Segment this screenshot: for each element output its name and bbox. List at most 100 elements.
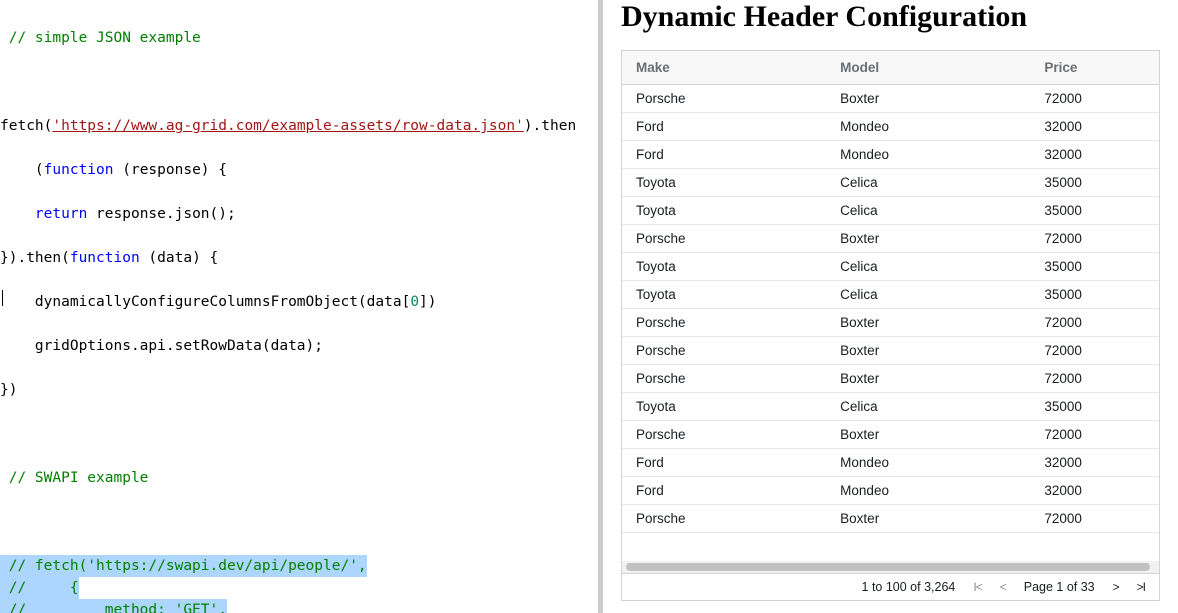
table-row[interactable]: PorscheBoxter72000: [622, 337, 1159, 365]
code-token: ).then: [524, 118, 576, 134]
table-row[interactable]: PorscheBoxter72000: [622, 505, 1159, 533]
cell-model[interactable]: Boxter: [826, 505, 1030, 532]
cell-price[interactable]: 72000: [1030, 421, 1159, 448]
code-comment: // simple JSON example: [9, 30, 201, 46]
cell-model[interactable]: Celica: [826, 281, 1030, 308]
cell-model[interactable]: Boxter: [826, 337, 1030, 364]
cell-price[interactable]: 32000: [1030, 141, 1159, 168]
code-keyword: function: [44, 162, 114, 178]
cell-price[interactable]: 35000: [1030, 169, 1159, 196]
cell-make[interactable]: Toyota: [622, 281, 826, 308]
table-row[interactable]: FordMondeo32000: [622, 449, 1159, 477]
preview-pane: Dynamic Header Configuration Make Model …: [603, 0, 1178, 613]
text-caret: [2, 290, 3, 306]
cell-price[interactable]: 72000: [1030, 505, 1159, 532]
cell-price[interactable]: 32000: [1030, 449, 1159, 476]
cell-make[interactable]: Ford: [622, 449, 826, 476]
cell-make[interactable]: Toyota: [622, 197, 826, 224]
code-keyword: return: [35, 206, 87, 222]
table-row[interactable]: FordMondeo32000: [622, 141, 1159, 169]
cell-model[interactable]: Mondeo: [826, 449, 1030, 476]
code-keyword: function: [70, 250, 140, 266]
grid-h-scrollbar[interactable]: [622, 561, 1159, 573]
cell-make[interactable]: Ford: [622, 141, 826, 168]
col-header-make[interactable]: Make: [622, 51, 826, 84]
code-selection[interactable]: // fetch('https://swapi.dev/api/people/'…: [0, 555, 598, 613]
table-row[interactable]: PorscheBoxter72000: [622, 85, 1159, 113]
grid-body[interactable]: PorscheBoxter72000FordMondeo32000FordMon…: [622, 85, 1159, 561]
table-row[interactable]: ToyotaCelica35000: [622, 197, 1159, 225]
code-token: fetch(: [0, 118, 52, 134]
code-token: response.json();: [87, 206, 235, 222]
cell-price[interactable]: 72000: [1030, 365, 1159, 392]
cell-model[interactable]: Boxter: [826, 421, 1030, 448]
cell-make[interactable]: Porsche: [622, 225, 826, 252]
cell-model[interactable]: Boxter: [826, 225, 1030, 252]
table-row[interactable]: ToyotaCelica35000: [622, 281, 1159, 309]
cell-make[interactable]: Porsche: [622, 505, 826, 532]
code-token: [0, 206, 35, 222]
cell-price[interactable]: 32000: [1030, 477, 1159, 504]
cell-price[interactable]: 72000: [1030, 225, 1159, 252]
code-token: (: [0, 162, 44, 178]
cell-make[interactable]: Toyota: [622, 393, 826, 420]
table-row[interactable]: ToyotaCelica35000: [622, 393, 1159, 421]
cell-price[interactable]: 35000: [1030, 281, 1159, 308]
table-row[interactable]: PorscheBoxter72000: [622, 225, 1159, 253]
cell-price[interactable]: 72000: [1030, 85, 1159, 112]
code-comment-selected: // fetch('https://swapi.dev/api/people/'…: [0, 555, 367, 577]
cell-price[interactable]: 72000: [1030, 337, 1159, 364]
table-row[interactable]: PorscheBoxter72000: [622, 365, 1159, 393]
pager-last-icon[interactable]: >I: [1137, 580, 1145, 594]
cell-make[interactable]: Toyota: [622, 169, 826, 196]
cell-price[interactable]: 35000: [1030, 197, 1159, 224]
pager-next-icon[interactable]: >: [1113, 580, 1119, 594]
pager-first-icon[interactable]: I<: [973, 580, 981, 594]
code-content[interactable]: // simple JSON example fetch('https://ww…: [0, 0, 598, 613]
cell-make[interactable]: Porsche: [622, 337, 826, 364]
cell-price[interactable]: 35000: [1030, 393, 1159, 420]
cell-make[interactable]: Ford: [622, 113, 826, 140]
table-row[interactable]: ToyotaCelica35000: [622, 169, 1159, 197]
code-token: gridOptions.api.setRowData(data);: [0, 338, 323, 354]
grid-header: Make Model Price: [622, 51, 1159, 85]
cell-make[interactable]: Toyota: [622, 253, 826, 280]
col-header-price[interactable]: Price: [1030, 51, 1159, 84]
table-row[interactable]: FordMondeo32000: [622, 113, 1159, 141]
cell-model[interactable]: Celica: [826, 253, 1030, 280]
code-token: ]): [419, 294, 436, 310]
code-editor-pane[interactable]: // simple JSON example fetch('https://ww…: [0, 0, 598, 613]
cell-model[interactable]: Celica: [826, 393, 1030, 420]
cell-model[interactable]: Mondeo: [826, 477, 1030, 504]
code-string: 'https://www.ag-grid.com/example-assets/…: [52, 118, 523, 134]
cell-model[interactable]: Boxter: [826, 365, 1030, 392]
pager-prev-icon[interactable]: <: [1000, 580, 1006, 594]
cell-model[interactable]: Boxter: [826, 85, 1030, 112]
row-range-text: 1 to 100 of 3,264: [862, 580, 956, 594]
cell-model[interactable]: Celica: [826, 169, 1030, 196]
col-header-model[interactable]: Model: [826, 51, 1030, 84]
code-comment: // SWAPI example: [9, 470, 149, 486]
cell-make[interactable]: Porsche: [622, 421, 826, 448]
cell-price[interactable]: 35000: [1030, 253, 1159, 280]
cell-price[interactable]: 72000: [1030, 309, 1159, 336]
code-token: }).then(: [0, 250, 70, 266]
cell-make[interactable]: Porsche: [622, 309, 826, 336]
cell-price[interactable]: 32000: [1030, 113, 1159, 140]
cell-model[interactable]: Celica: [826, 197, 1030, 224]
code-number: 0: [410, 294, 419, 310]
cell-model[interactable]: Mondeo: [826, 141, 1030, 168]
code-token: dynamicallyConfigureColumnsFromObject(da…: [0, 294, 410, 310]
table-row[interactable]: ToyotaCelica35000: [622, 253, 1159, 281]
code-comment-selected: // method: 'GET',: [0, 599, 227, 613]
table-row[interactable]: PorscheBoxter72000: [622, 421, 1159, 449]
scrollbar-thumb[interactable]: [626, 563, 1150, 571]
cell-make[interactable]: Ford: [622, 477, 826, 504]
table-row[interactable]: FordMondeo32000: [622, 477, 1159, 505]
code-token: (data) {: [140, 250, 219, 266]
table-row[interactable]: PorscheBoxter72000: [622, 309, 1159, 337]
cell-make[interactable]: Porsche: [622, 85, 826, 112]
cell-model[interactable]: Boxter: [826, 309, 1030, 336]
cell-make[interactable]: Porsche: [622, 365, 826, 392]
cell-model[interactable]: Mondeo: [826, 113, 1030, 140]
